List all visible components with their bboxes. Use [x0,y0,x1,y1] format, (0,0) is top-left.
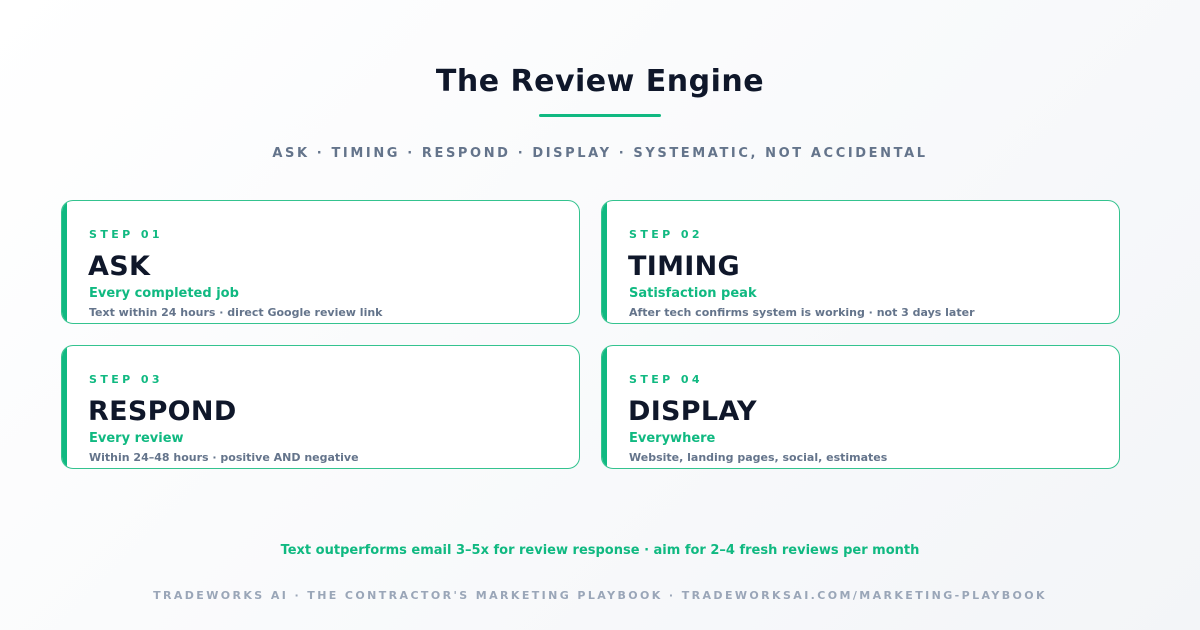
footer-credit: TRADEWORKS AI · THE CONTRACTOR'S MARKETI… [153,589,1047,602]
card-highlight: Every review [89,431,184,446]
card-step-label: STEP 04 [629,373,703,386]
tagline: Text outperforms email 3–5x for review r… [280,543,920,558]
title-underline [539,114,661,117]
card-highlight: Everywhere [629,431,716,446]
card-step-label: STEP 03 [89,373,163,386]
card-detail: Website, landing pages, social, estimate… [629,451,888,464]
card-accent-bar [62,346,67,468]
card-heading: TIMING [628,251,740,282]
step-card-timing: STEP 02 TIMING Satisfaction peak After t… [601,200,1120,324]
card-step-label: STEP 02 [629,228,703,241]
card-heading: RESPOND [88,396,237,427]
card-highlight: Every completed job [89,286,239,301]
step-card-display: STEP 04 DISPLAY Everywhere Website, land… [601,345,1120,469]
card-accent-bar [602,201,607,323]
card-accent-bar [602,346,607,468]
slide: The Review Engine ASK · TIMING · RESPOND… [0,0,1200,630]
card-accent-bar [62,201,67,323]
step-card-ask: STEP 01 ASK Every completed job Text wit… [61,200,580,324]
card-detail: Within 24–48 hours · positive AND negati… [89,451,359,464]
card-detail: After tech confirms system is working · … [629,306,975,319]
card-heading: DISPLAY [628,396,757,427]
card-highlight: Satisfaction peak [629,286,757,301]
page-title: The Review Engine [435,64,765,99]
step-card-respond: STEP 03 RESPOND Every review Within 24–4… [61,345,580,469]
card-heading: ASK [88,251,151,282]
card-detail: Text within 24 hours · direct Google rev… [89,306,383,319]
page-subtitle: ASK · TIMING · RESPOND · DISPLAY · SYSTE… [272,146,928,161]
card-step-label: STEP 01 [89,228,163,241]
